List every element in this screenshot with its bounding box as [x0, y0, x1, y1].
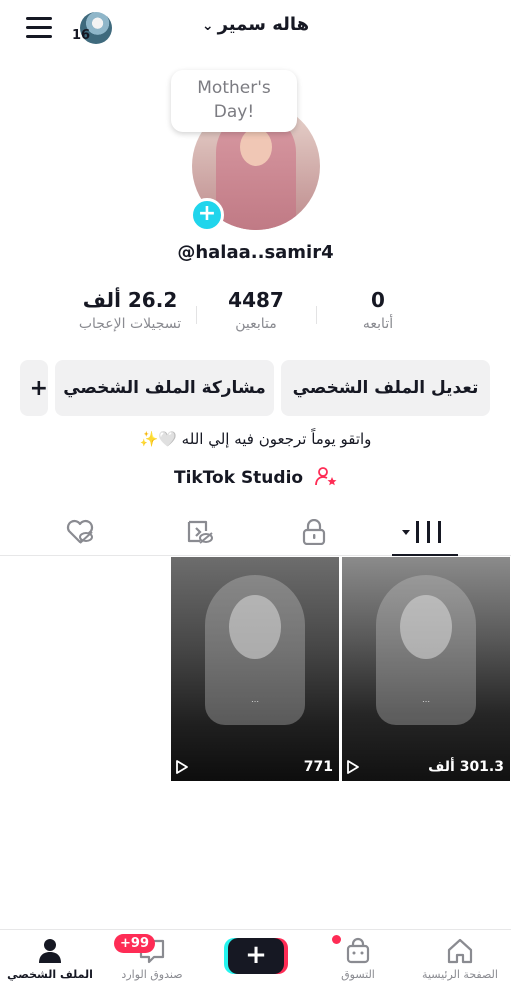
video-caption-overlay: ⋯	[251, 697, 259, 706]
following-count: 0	[371, 288, 385, 312]
bottom-navigation: الصفحة الرئيسية التسوق + صندوق الوارد ال…	[0, 929, 511, 1000]
account-switcher[interactable]: هاله سمير⌄	[0, 14, 511, 35]
profile-icon	[39, 939, 61, 963]
tab-liked[interactable]	[25, 508, 135, 556]
tiktok-studio-link[interactable]: TikTok Studio	[0, 466, 511, 488]
tab-reposts[interactable]	[145, 508, 255, 556]
add-friend-button[interactable]: +	[20, 360, 48, 416]
repost-hidden-icon	[187, 520, 213, 544]
home-icon	[447, 938, 473, 964]
profile-stats: 26.2 ألف تسجيلات الإعجاب 4487 متابعين 0 …	[0, 288, 511, 348]
video-thumbnail[interactable]: ⋯ 301.3 ألف	[342, 557, 510, 781]
nav-shop-label: التسوق	[341, 968, 375, 981]
profile-tabs	[0, 508, 511, 556]
shopping-bag-icon	[346, 937, 370, 964]
following-label: أتابعه	[362, 316, 394, 332]
nav-profile[interactable]: الملف الشخصي	[0, 936, 100, 981]
avatar-face	[240, 128, 272, 166]
tab-private[interactable]	[259, 508, 369, 556]
video-view-count: 771	[303, 759, 333, 775]
shop-notification-dot	[332, 935, 341, 944]
video-thumbnail-face	[229, 595, 281, 659]
studio-person-star-icon	[315, 467, 337, 486]
studio-label: TikTok Studio	[173, 468, 304, 488]
chevron-down-icon: ⌄	[201, 18, 214, 34]
video-caption-overlay: ⋯	[422, 697, 430, 706]
video-grid: ⋯ 301.3 ألف ⋯ 771	[0, 557, 511, 781]
following-stat[interactable]: 0 أتابعه	[303, 288, 453, 332]
nav-home[interactable]: الصفحة الرئيسية	[410, 936, 510, 981]
video-view-count: 301.3 ألف	[428, 759, 504, 775]
tab-videos[interactable]	[370, 508, 480, 556]
video-thumbnail[interactable]: ⋯ 771	[171, 557, 339, 781]
profile-bio: واتقو يوماً ترجعون فيه إلي الله 🤍✨	[139, 430, 372, 448]
note-bubble-line-2: Day!	[213, 102, 255, 122]
grid-icon	[402, 521, 441, 543]
nav-shop[interactable]: التسوق	[308, 936, 408, 981]
create-button[interactable]: +	[228, 938, 284, 974]
edit-profile-button[interactable]: تعديل الملف الشخصي	[281, 360, 490, 416]
note-bubble[interactable]: Mother's Day!	[171, 70, 297, 132]
inbox-badge: +99	[114, 934, 155, 953]
heart-hidden-icon	[66, 519, 94, 544]
note-bubble-line-1: Mother's	[197, 78, 271, 98]
nav-home-label: الصفحة الرئيسية	[422, 968, 498, 981]
add-story-button[interactable]: +	[190, 198, 224, 232]
active-tab-indicator	[392, 554, 458, 556]
nav-profile-label: الملف الشخصي	[7, 968, 93, 981]
lock-icon	[302, 519, 326, 545]
profile-handle: @halaa..samir4	[177, 242, 334, 263]
username-label: هاله سمير	[217, 14, 310, 35]
add-friend-icon: +	[29, 375, 48, 401]
top-bar: 16 هاله سمير⌄	[0, 0, 511, 58]
video-thumbnail-face	[400, 595, 452, 659]
play-icon	[347, 760, 359, 774]
play-icon	[176, 760, 188, 774]
share-profile-button[interactable]: مشاركة الملف الشخصي	[55, 360, 274, 416]
nav-inbox-label: صندوق الوارد	[121, 968, 183, 981]
